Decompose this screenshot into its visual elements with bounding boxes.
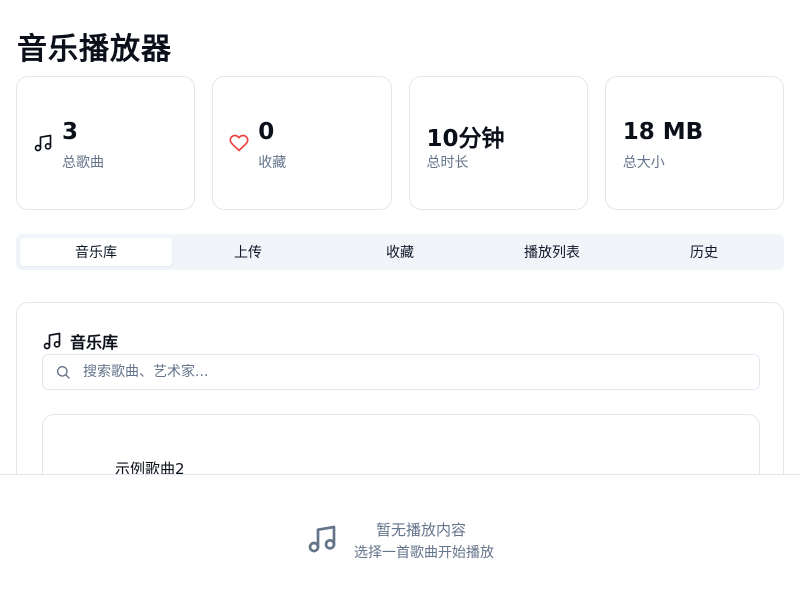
heart-icon bbox=[229, 134, 249, 152]
music-note-icon bbox=[34, 134, 52, 152]
tab-playlists[interactable]: 播放列表 bbox=[476, 238, 628, 266]
player-empty-subtitle: 选择一首歌曲开始播放 bbox=[354, 545, 494, 561]
stat-value: 18 MB bbox=[622, 119, 704, 145]
stat-card-favorites: 0 收藏 bbox=[212, 76, 392, 210]
stat-value: 0 bbox=[258, 119, 275, 145]
search-box[interactable] bbox=[42, 354, 760, 390]
library-title: 音乐库 bbox=[70, 333, 119, 352]
music-note-icon bbox=[43, 332, 61, 350]
tab-library[interactable]: 音乐库 bbox=[20, 238, 172, 266]
stat-label: 总时长 bbox=[426, 155, 469, 171]
tab-upload[interactable]: 上传 bbox=[172, 238, 324, 266]
stat-card-size: 18 MB 总大小 bbox=[604, 76, 784, 210]
tab-history[interactable]: 历史 bbox=[628, 238, 780, 266]
stat-value: 3 bbox=[62, 119, 79, 145]
tab-bar: 音乐库 上传 收藏 播放列表 历史 bbox=[16, 234, 784, 270]
stat-card-duration: 10分钟 总时长 bbox=[408, 76, 588, 210]
stat-card-songs: 3 总歌曲 bbox=[16, 76, 196, 210]
stat-label: 总歌曲 bbox=[62, 155, 104, 171]
stat-value: 10分钟 bbox=[426, 126, 505, 152]
search-icon bbox=[57, 366, 70, 379]
tab-favorites[interactable]: 收藏 bbox=[324, 238, 476, 266]
stat-label: 收藏 bbox=[258, 155, 287, 171]
stat-label: 总大小 bbox=[622, 155, 665, 171]
library-header: 音乐库 bbox=[42, 329, 118, 353]
music-note-icon bbox=[308, 525, 336, 553]
player-bar: 暂无播放内容 选择一首歌曲开始播放 bbox=[0, 474, 800, 600]
stats-row: 3 总歌曲 0 收藏 10分钟 总时长 18 MB 总大小 bbox=[16, 76, 784, 210]
page-title: 音乐播放器 bbox=[17, 32, 172, 67]
search-input[interactable] bbox=[83, 364, 703, 380]
player-empty-title: 暂无播放内容 bbox=[376, 521, 467, 539]
